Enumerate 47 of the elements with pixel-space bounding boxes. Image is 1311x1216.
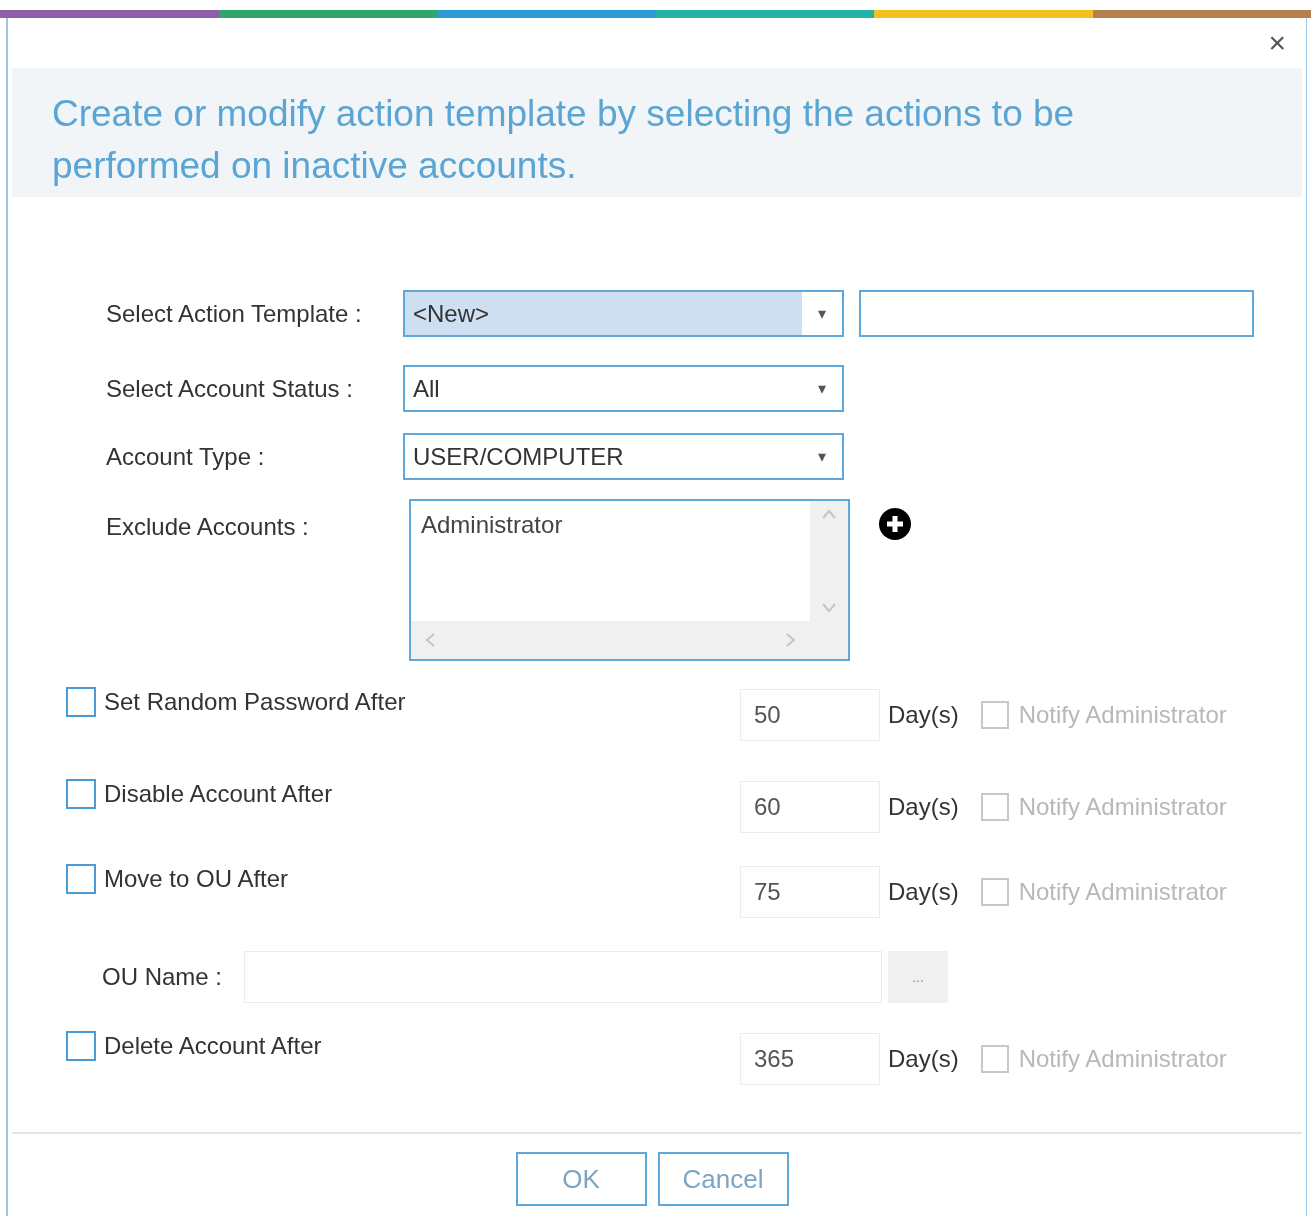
days-input-field[interactable]: 50 xyxy=(740,689,880,741)
horizontal-scrollbar[interactable] xyxy=(411,621,810,659)
field-label: Exclude Accounts : xyxy=(106,512,310,542)
notify-checkbox[interactable] xyxy=(980,701,1009,729)
name-input-field[interactable] xyxy=(859,290,1254,337)
list-item[interactable]: Administrator xyxy=(421,507,810,543)
notify-label: Notify Administrator xyxy=(1018,1044,1227,1074)
unit-label: Day(s) xyxy=(888,792,959,822)
checkbox[interactable] xyxy=(66,1031,96,1061)
checkbox-label: Move to OU After xyxy=(104,864,289,894)
checkbox[interactable] xyxy=(66,687,96,717)
scroll-right-icon[interactable] xyxy=(786,632,796,648)
unit-label: Day(s) xyxy=(888,877,959,907)
close-button[interactable]: × xyxy=(1268,28,1286,58)
dialog-heading: Create or modify action template by selecting the actions to be performed on inactive accounts. xyxy=(52,92,1076,188)
notify-label: Notify Administrator xyxy=(1018,700,1227,730)
caret-icon: ▾ xyxy=(802,444,842,469)
notify-checkbox[interactable] xyxy=(980,1045,1009,1073)
field-label: Select Account Status : xyxy=(106,373,354,404)
dropdown[interactable]: <New> ▾ xyxy=(403,290,844,337)
add-icon[interactable] xyxy=(878,507,912,541)
days-input-field[interactable]: 60 xyxy=(740,781,880,833)
checkbox-label: Delete Account After xyxy=(104,1031,322,1061)
unit-label: Day(s) xyxy=(888,700,959,730)
notify-label: Notify Administrator xyxy=(1018,877,1227,907)
checkbox-label: Disable Account After xyxy=(104,779,333,809)
days-input-field[interactable]: 75 xyxy=(740,866,880,918)
field-label: Account Type : xyxy=(106,441,266,472)
checkbox[interactable] xyxy=(66,864,96,894)
list-box[interactable]: Administrator xyxy=(409,499,850,661)
caret-icon: ▾ xyxy=(802,376,842,401)
dropdown[interactable]: USER/COMPUTER ▾ xyxy=(403,433,844,480)
checkbox-label: Set Random Password After xyxy=(104,687,406,717)
field-label: Select Action Template : xyxy=(106,298,363,329)
field-label: OU Name : xyxy=(102,962,224,992)
scroll-left-icon[interactable] xyxy=(425,632,435,648)
scroll-down-icon[interactable] xyxy=(821,603,837,613)
scroll-up-icon[interactable] xyxy=(821,509,837,519)
notify-checkbox[interactable] xyxy=(980,878,1009,906)
dropdown[interactable]: All ▾ xyxy=(403,365,844,412)
days-input-field[interactable]: 365 xyxy=(740,1033,880,1085)
notify-checkbox[interactable] xyxy=(980,793,1009,821)
checkbox[interactable] xyxy=(66,779,96,809)
notify-label: Notify Administrator xyxy=(1018,792,1227,822)
vertical-scrollbar[interactable] xyxy=(810,501,848,621)
caret-icon: ▾ xyxy=(802,301,842,326)
unit-label: Day(s) xyxy=(888,1044,959,1074)
